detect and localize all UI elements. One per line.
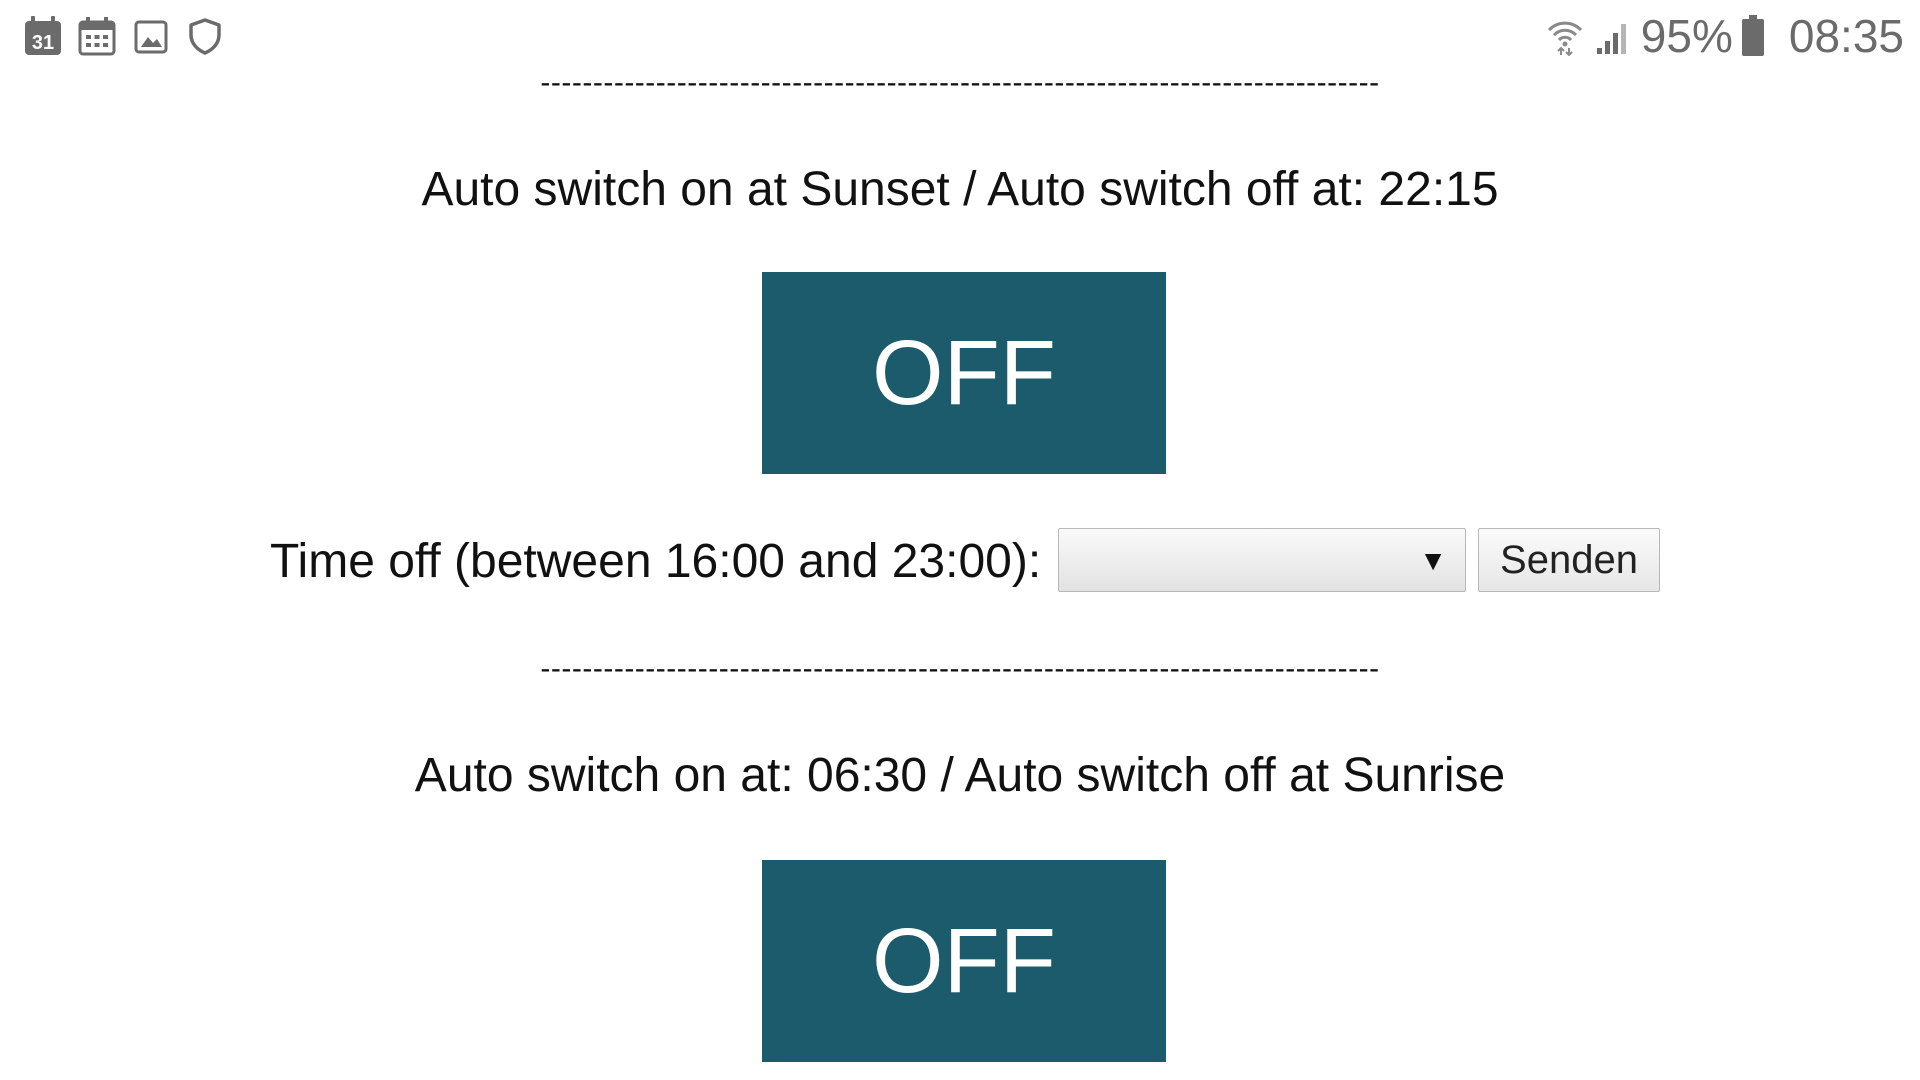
sunset-switch-button[interactable]: OFF (762, 272, 1166, 474)
status-bar: 31 95% 08:35 (0, 0, 1920, 74)
calendar-day-number: 31 (32, 32, 54, 54)
divider-top: ----------------------------------------… (540, 66, 1380, 99)
sunrise-schedule-caption: Auto switch on at: 06:30 / Auto switch o… (414, 749, 1506, 802)
notification-icons: 31 (24, 16, 224, 56)
wifi-icon (1545, 16, 1585, 56)
battery-icon (1741, 15, 1765, 56)
dropdown-arrow-icon: ▼ (1419, 545, 1447, 576)
sunrise-switch-button[interactable]: OFF (762, 860, 1166, 1062)
divider-middle: ----------------------------------------… (540, 652, 1380, 685)
time-off-select[interactable]: ▼ (1058, 528, 1466, 592)
time-off-label: Time off (between 16:00 and 23:00): (270, 535, 1042, 588)
shield-icon (186, 16, 224, 56)
page: 31 95% 08:35 ---------------------------… (0, 0, 1920, 1080)
sunset-schedule-caption: Auto switch on at Sunset / Auto switch o… (421, 163, 1499, 216)
time-off-form: Time off (between 16:00 and 23:00): ▼ Se… (0, 528, 1920, 596)
gallery-icon (132, 16, 170, 56)
calendar-grid-icon (78, 16, 116, 56)
signal-icon (1593, 16, 1633, 56)
senden-button[interactable]: Senden (1478, 528, 1660, 592)
calendar-day-icon: 31 (24, 16, 62, 56)
system-indicators: 95% 08:35 (1545, 10, 1904, 62)
clock: 08:35 (1788, 10, 1904, 62)
battery-percent: 95% (1640, 10, 1733, 62)
